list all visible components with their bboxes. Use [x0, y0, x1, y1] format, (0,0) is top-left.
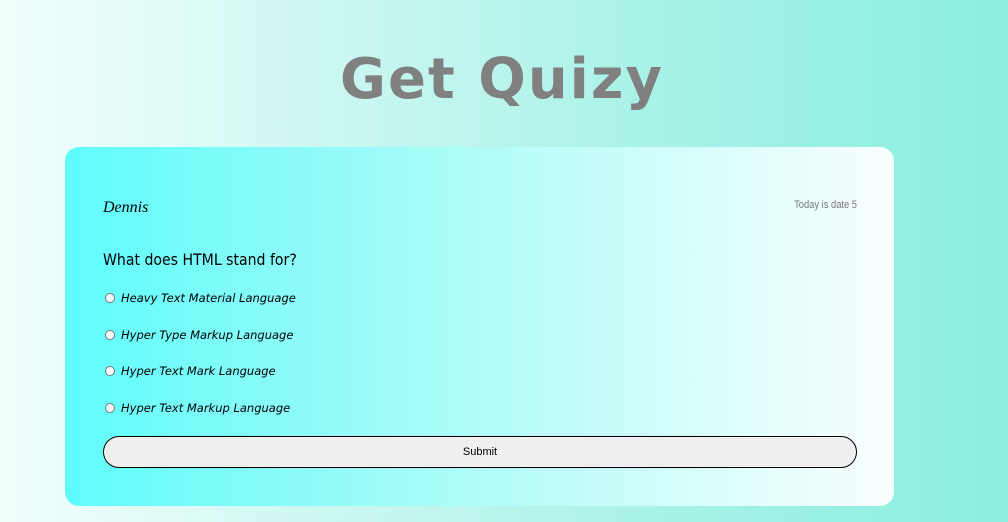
answer-option-label: Hyper Text Markup Language	[121, 401, 291, 415]
radio-button[interactable]	[105, 403, 115, 413]
user-name: Dennis	[103, 199, 149, 216]
radio-button[interactable]	[105, 366, 115, 376]
date-text: Today is date 5	[794, 199, 857, 211]
radio-button[interactable]	[105, 330, 115, 340]
answer-option-1[interactable]: Heavy Text Material Language	[105, 291, 296, 305]
submit-button[interactable]: Submit	[103, 436, 857, 468]
answer-option-label: Hyper Type Markup Language	[121, 328, 294, 342]
app-title: Get Quizy	[340, 47, 664, 112]
answer-option-label: Hyper Text Mark Language	[121, 364, 276, 378]
answer-option-2[interactable]: Hyper Type Markup Language	[105, 328, 293, 342]
answer-option-3[interactable]: Hyper Text Mark Language	[105, 364, 276, 378]
question-text: What does HTML stand for?	[103, 250, 297, 269]
answer-option-label: Heavy Text Material Language	[121, 291, 296, 305]
radio-button[interactable]	[105, 293, 115, 303]
answer-option-4[interactable]: Hyper Text Markup Language	[105, 401, 290, 415]
quiz-card: Dennis Today is date 5 What does HTML st…	[65, 147, 894, 506]
